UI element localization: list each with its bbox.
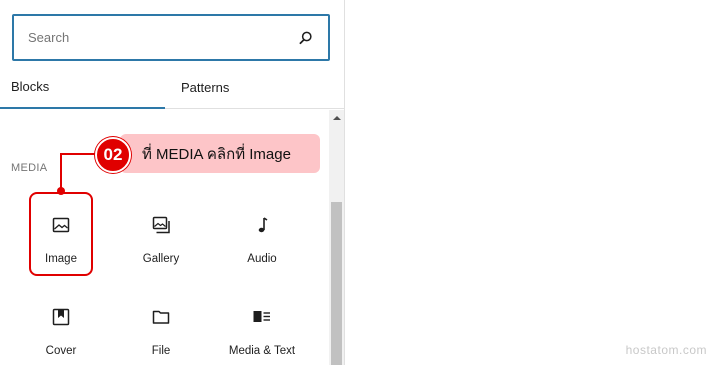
step-badge: 02 xyxy=(95,137,131,173)
watermark: hostatom.com xyxy=(625,343,707,357)
search-input[interactable] xyxy=(14,30,284,45)
scrollbar[interactable] xyxy=(329,110,344,365)
block-item-gallery[interactable]: Gallery xyxy=(111,213,211,265)
inserter-tabs: Blocks Patterns xyxy=(0,66,344,109)
cover-icon xyxy=(49,305,73,329)
search-icon xyxy=(299,31,312,44)
category-heading-media: MEDIA xyxy=(11,162,48,174)
block-item-file[interactable]: File xyxy=(111,305,211,357)
block-item-media-text[interactable]: Media & Text xyxy=(212,305,312,357)
tab-blocks[interactable]: Blocks xyxy=(0,66,165,109)
block-label: File xyxy=(151,345,171,357)
annotation-text: ที่ MEDIA คลิกที่ Image xyxy=(142,145,291,163)
annotation-connector xyxy=(60,153,96,155)
image-block-highlight xyxy=(29,192,93,276)
file-icon xyxy=(149,305,173,329)
block-label: Gallery xyxy=(142,253,180,265)
annotation-connector xyxy=(60,153,62,190)
search-box xyxy=(12,14,330,61)
block-label: Media & Text xyxy=(228,345,296,357)
search-button[interactable] xyxy=(284,16,328,59)
block-inserter-panel: Blocks Patterns MEDIA Image Gallery xyxy=(0,0,345,365)
media-text-icon xyxy=(250,305,274,329)
scrollbar-thumb[interactable] xyxy=(331,202,342,365)
block-item-cover[interactable]: Cover xyxy=(11,305,111,357)
block-label: Audio xyxy=(247,253,277,265)
scroll-up-arrow-icon[interactable] xyxy=(329,110,344,126)
tab-patterns[interactable]: Patterns xyxy=(165,66,344,109)
annotation-callout: ที่ MEDIA คลิกที่ Image xyxy=(120,134,320,173)
gallery-icon xyxy=(149,213,173,237)
block-item-audio[interactable]: Audio xyxy=(212,213,312,265)
annotation-connector-dot xyxy=(57,187,65,195)
block-label: Cover xyxy=(45,345,77,357)
audio-icon xyxy=(250,213,274,237)
